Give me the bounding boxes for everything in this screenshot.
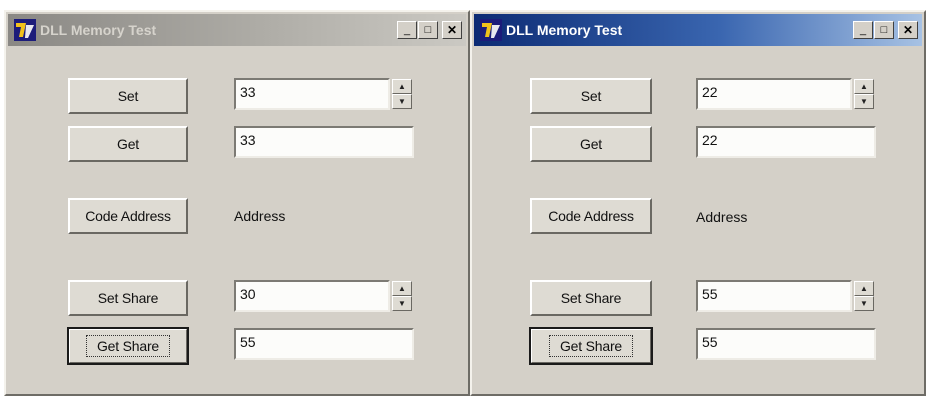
code-address-button[interactable]: Code Address [530, 198, 652, 234]
set-value-input[interactable]: 22 [696, 78, 852, 110]
spin-up-arrow-icon[interactable]: ▲ [854, 281, 874, 296]
get-share-button[interactable]: Get Share [529, 327, 653, 365]
set-value-spinner[interactable]: ▲ ▼ [392, 79, 412, 109]
get-button-label: Get [117, 136, 139, 152]
title-bar[interactable]: DLL Memory Test _ □ ✕ [8, 14, 466, 46]
minimize-button[interactable]: _ [397, 21, 417, 39]
set-share-value-input[interactable]: 30 [234, 280, 390, 312]
get-share-button-label: Get Share [548, 335, 633, 357]
maximize-button[interactable]: □ [418, 21, 438, 39]
set-share-value-input[interactable]: 55 [696, 280, 852, 312]
spin-down-arrow-icon[interactable]: ▼ [854, 94, 874, 109]
set-share-button[interactable]: Set Share [530, 280, 652, 316]
close-button[interactable]: ✕ [898, 21, 918, 39]
get-button[interactable]: Get [530, 126, 652, 162]
spin-up-arrow-icon[interactable]: ▲ [854, 79, 874, 94]
set-share-value-spinner[interactable]: ▲ ▼ [854, 281, 874, 311]
code-address-button[interactable]: Code Address [68, 198, 188, 234]
get-share-value-output[interactable]: 55 [234, 328, 414, 360]
get-share-value-output[interactable]: 55 [696, 328, 876, 360]
address-label: Address [234, 208, 286, 224]
set-share-value-spinner[interactable]: ▲ ▼ [392, 281, 412, 311]
get-button-label: Get [580, 136, 602, 152]
set-value-spinner[interactable]: ▲ ▼ [854, 79, 874, 109]
spin-up-arrow-icon[interactable]: ▲ [392, 79, 412, 94]
code-address-button-label: Code Address [548, 208, 634, 224]
spin-down-arrow-icon[interactable]: ▼ [854, 296, 874, 311]
get-share-button-label: Get Share [85, 335, 170, 357]
address-label: Address [696, 209, 748, 225]
dll-memory-test-window-left: DLL Memory Test _ □ ✕ Set 33 ▲ ▼ Get 33 … [4, 10, 470, 396]
dll-memory-test-window-right: DLL Memory Test _ □ ✕ Set 22 ▲ ▼ Get 22 … [470, 10, 926, 396]
set-share-button[interactable]: Set Share [68, 280, 188, 316]
code-address-button-label: Code Address [85, 208, 171, 224]
spin-up-arrow-icon[interactable]: ▲ [392, 281, 412, 296]
window-title: DLL Memory Test [506, 22, 623, 38]
spin-down-arrow-icon[interactable]: ▼ [392, 94, 412, 109]
spin-down-arrow-icon[interactable]: ▼ [392, 296, 412, 311]
set-share-button-label: Set Share [97, 290, 159, 306]
minimize-button[interactable]: _ [853, 21, 873, 39]
delphi-app-icon [14, 19, 36, 41]
maximize-button[interactable]: □ [874, 21, 894, 39]
set-value-input[interactable]: 33 [234, 78, 390, 110]
set-share-button-label: Set Share [560, 290, 622, 306]
close-button[interactable]: ✕ [442, 21, 462, 39]
get-value-output[interactable]: 22 [696, 126, 876, 158]
set-button-label: Set [117, 88, 139, 104]
window-title: DLL Memory Test [40, 22, 157, 38]
delphi-app-icon [480, 19, 502, 41]
get-share-button[interactable]: Get Share [67, 327, 189, 365]
set-button[interactable]: Set [68, 78, 188, 114]
set-button-label: Set [580, 88, 602, 104]
title-bar[interactable]: DLL Memory Test _ □ ✕ [474, 14, 922, 46]
set-button[interactable]: Set [530, 78, 652, 114]
get-value-output[interactable]: 33 [234, 126, 414, 158]
get-button[interactable]: Get [68, 126, 188, 162]
